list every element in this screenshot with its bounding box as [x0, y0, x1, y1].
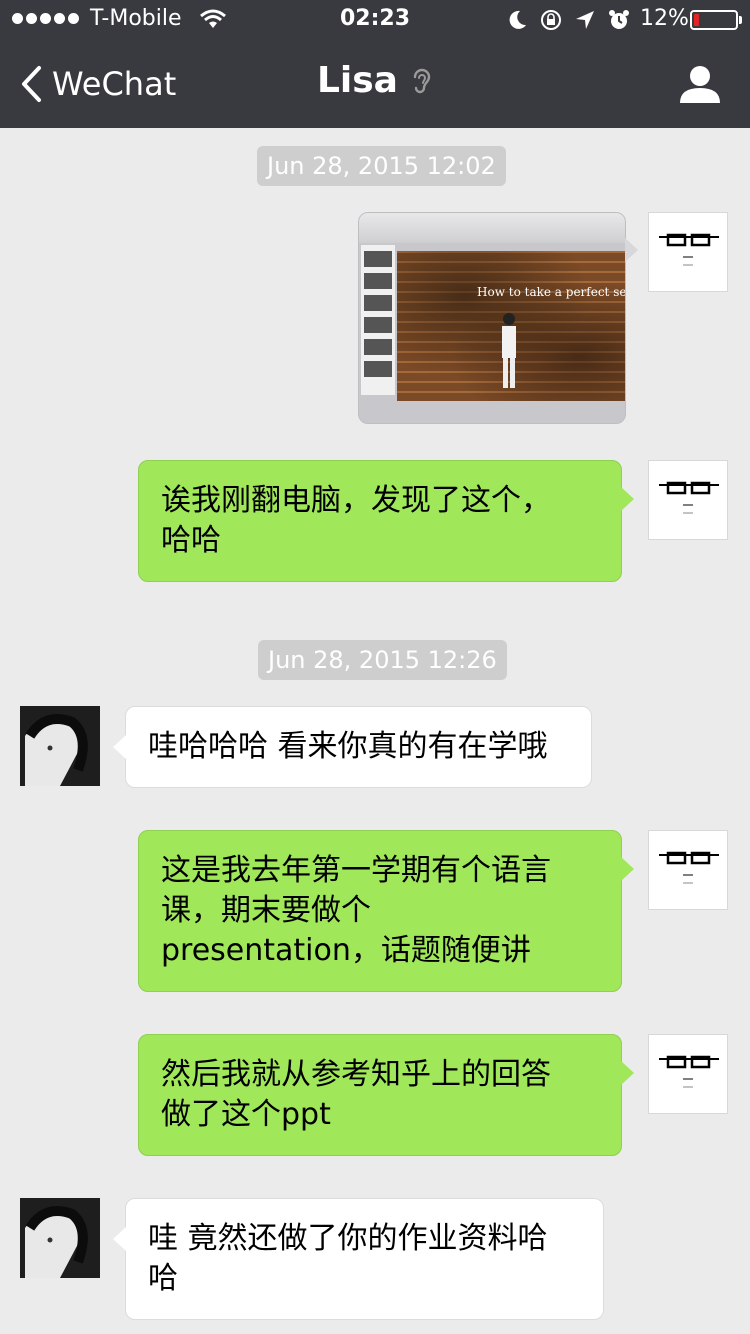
my-avatar[interactable]: [648, 1034, 728, 1114]
status-bar: T-Mobile 02:23 12%: [0, 0, 750, 40]
message-line: 做了这个ppt: [161, 1097, 331, 1132]
timestamp: Jun 28, 2015 12:02: [257, 146, 506, 186]
my-avatar[interactable]: [648, 460, 728, 540]
message-bubble-outgoing[interactable]: 诶我刚翻电脑，发现了这个， 哈哈: [138, 460, 634, 582]
rotation-lock-icon: [541, 10, 561, 30]
contact-avatar[interactable]: [20, 1198, 100, 1278]
moon-icon: [509, 10, 526, 29]
profile-icon[interactable]: [678, 64, 722, 104]
message-bubble-incoming[interactable]: 哇哈哈哈 看来你真的有在学哦: [113, 706, 592, 788]
status-icons: [506, 9, 630, 31]
message-line: 课，期末要做个: [161, 893, 371, 928]
message-bubble-outgoing[interactable]: 这是我去年第一学期有个语言 课，期末要做个 presentation，话题随便讲: [138, 830, 634, 992]
message-bubble-incoming[interactable]: 哇 竟然还做了你的作业资料哈 哈: [113, 1198, 604, 1320]
message-line: 这是我去年第一学期有个语言: [161, 853, 551, 888]
slide-title: How to take a perfect sel: [477, 285, 626, 299]
message-line: 哇 竟然还做了你的作业资料哈: [148, 1221, 548, 1256]
timestamp: Jun 28, 2015 12:26: [258, 640, 507, 680]
location-arrow-icon: [576, 11, 594, 29]
ear-icon: [413, 68, 431, 93]
ppt-toolbar: [359, 213, 625, 243]
battery-fill: [694, 14, 699, 26]
image-bubble-tail: [625, 238, 638, 262]
contact-avatar[interactable]: [20, 706, 100, 786]
alarm-icon: [609, 10, 629, 29]
message-bubble-outgoing[interactable]: 然后我就从参考知乎上的回答 做了这个ppt: [138, 1034, 634, 1156]
chat-title: Lisa: [316, 60, 398, 101]
chat-header: Lisa: [0, 60, 750, 101]
top-bar: T-Mobile 02:23 12% WeChat Lisa: [0, 0, 750, 128]
status-time: 02:23: [339, 6, 411, 31]
message-line: 哈: [148, 1261, 178, 1296]
ppt-slide: [397, 251, 625, 401]
message-line: 然后我就从参考知乎上的回答: [161, 1057, 551, 1092]
my-avatar[interactable]: [648, 212, 728, 292]
message-line: 哈哈: [161, 523, 221, 558]
message-line: presentation，话题随便讲: [161, 933, 531, 968]
battery-icon: [690, 10, 742, 30]
person-figure: [499, 311, 519, 391]
message-line: 诶我刚翻电脑，发现了这个，: [161, 483, 551, 518]
ppt-thumbnails: [361, 245, 395, 395]
message-line: 哇哈哈哈 看来你真的有在学哦: [148, 729, 548, 764]
battery-percent: 12%: [640, 6, 689, 31]
image-message[interactable]: How to take a perfect sel: [358, 212, 626, 424]
my-avatar[interactable]: [648, 830, 728, 910]
